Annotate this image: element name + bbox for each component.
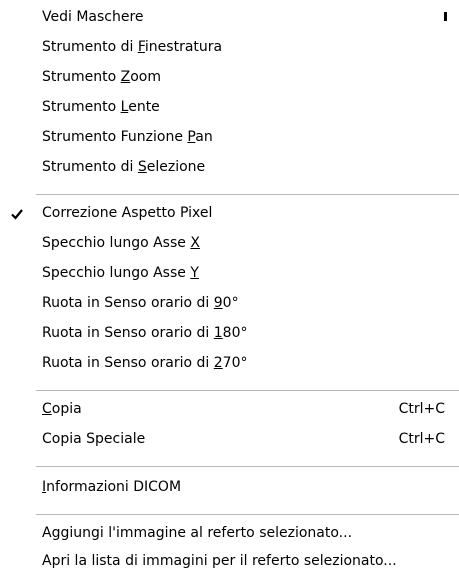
menu-separator (36, 390, 459, 391)
menu-item-strumento-selezione[interactable]: Strumento di Selezione (0, 154, 459, 181)
menu-item-label: Strumento Lente (42, 99, 160, 115)
menu-separator (36, 194, 459, 195)
menu-item-strumento-lente[interactable]: Strumento Lente (0, 94, 459, 121)
menu-item-strumento-pan[interactable]: Strumento Funzione Pan (0, 124, 459, 151)
menu-item-label: Vedi Maschere (42, 9, 144, 25)
menu-item-label: Ruota in Senso orario di 90° (42, 295, 239, 311)
menu-item-copia[interactable]: Copia Ctrl+C (0, 396, 459, 423)
menu-item-label: Strumento Funzione Pan (42, 129, 213, 145)
shortcut-label: Ctrl+C (398, 431, 445, 447)
menu-item-label: Strumento di Selezione (42, 159, 206, 175)
menu-item-label: Ruota in Senso orario di 180° (42, 325, 248, 341)
menu-item-label: Specchio lungo Asse Y (42, 265, 199, 281)
menu-item-ruota-90[interactable]: Ruota in Senso orario di 90° (0, 290, 459, 317)
menu-item-label: Ruota in Senso orario di 270° (42, 355, 248, 371)
checkmark-icon (11, 209, 23, 220)
menu-separator (36, 514, 459, 515)
menu-item-vedi-maschere[interactable]: Vedi Maschere (0, 4, 459, 31)
menu-item-specchio-x[interactable]: Specchio lungo Asse X (0, 230, 459, 257)
submenu-arrow-icon (444, 12, 447, 21)
context-menu: Vedi Maschere Strumento di Finestratura … (0, 0, 459, 580)
menu-item-apri-lista[interactable]: Apri la lista di immagini per il referto… (0, 548, 459, 575)
menu-item-label: Correzione Aspetto Pixel (42, 205, 213, 221)
menu-item-informazioni-dicom[interactable]: Informazioni DICOM (0, 474, 459, 501)
menu-item-label: Informazioni DICOM (42, 479, 182, 495)
menu-item-aggiungi-immagine[interactable]: Aggiungi l'immagine al referto seleziona… (0, 520, 459, 547)
menu-item-strumento-zoom[interactable]: Strumento Zoom (0, 64, 459, 91)
menu-item-label: Apri la lista di immagini per il referto… (42, 553, 397, 569)
menu-item-label: Aggiungi l'immagine al referto seleziona… (42, 525, 353, 541)
menu-item-ruota-180[interactable]: Ruota in Senso orario di 180° (0, 320, 459, 347)
shortcut-label: Ctrl+C (398, 401, 445, 417)
menu-item-specchio-y[interactable]: Specchio lungo Asse Y (0, 260, 459, 287)
menu-item-label: Copia Speciale (42, 431, 146, 447)
menu-item-copia-speciale[interactable]: Copia Speciale Ctrl+C (0, 426, 459, 453)
menu-item-label: Copia (42, 401, 82, 417)
menu-item-label: Strumento Zoom (42, 69, 162, 85)
menu-item-label: Specchio lungo Asse X (42, 235, 200, 251)
menu-item-strumento-finestratura[interactable]: Strumento di Finestratura (0, 34, 459, 61)
menu-item-correzione-aspetto[interactable]: Correzione Aspetto Pixel (0, 200, 459, 227)
menu-item-ruota-270[interactable]: Ruota in Senso orario di 270° (0, 350, 459, 377)
menu-separator (36, 466, 459, 467)
menu-item-label: Strumento di Finestratura (42, 39, 223, 55)
